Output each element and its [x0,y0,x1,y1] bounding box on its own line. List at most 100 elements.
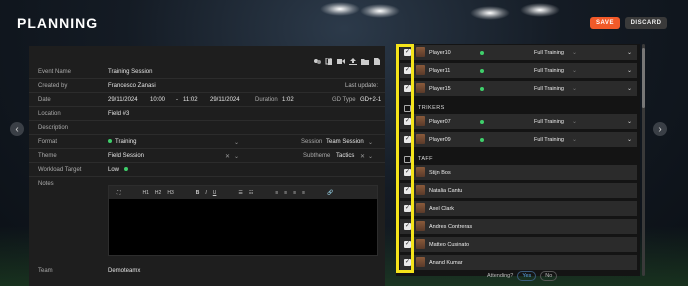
scrollbar-thumb[interactable] [642,48,645,108]
expand-chevron-icon[interactable]: ⌄ [627,85,632,92]
player-row: ✓ Player15 Full Training ⌄ ⌄ [400,81,637,96]
last-update-label: Last update: [345,83,379,89]
team-label: Team [38,268,53,274]
stadium-light [320,2,360,16]
avatar [416,257,425,267]
chevron-down-icon[interactable]: ⌄ [368,153,373,160]
document-icon[interactable] [373,52,381,65]
start-date-field[interactable]: 29/11/2024 [108,97,138,103]
status-dot-icon [480,86,484,91]
avatar [416,47,425,57]
time-separator: - [176,97,178,103]
attendance-panel: ✓ Player10 Full Training ⌄ ⌄ ✓ Player11 … [396,44,640,276]
attendance-select[interactable]: Full Training [534,68,564,74]
staff-row: ✓ Stijn Bos [400,165,637,180]
save-button[interactable]: SAVE [590,17,620,29]
event-name-row: Event Name Training Session [29,65,385,79]
chevron-down-icon[interactable]: ⌄ [368,139,373,146]
next-arrow-icon[interactable]: › [653,122,667,136]
align-right-icon[interactable]: ≡ [293,190,296,196]
gd-type-value[interactable]: GD+2-1 [360,97,381,103]
section-header-strikers: TRIKERS [400,102,637,114]
chevron-down-icon[interactable]: ⌄ [234,153,239,160]
attendance-select[interactable]: Full Training [534,137,564,143]
player-name: Player07 [429,119,451,125]
folder-icon[interactable] [361,52,369,65]
session-select[interactable]: Team Session [326,139,364,145]
section-title: TAFF [418,156,433,162]
attendance-select[interactable]: Full Training [534,119,564,125]
video-icon[interactable] [337,52,345,64]
stadium-light [470,6,510,20]
event-details-panel: Event Name Training Session Created by F… [29,46,385,286]
location-row: Location Field #3 [29,107,385,121]
chevron-down-icon[interactable]: ⌄ [572,67,577,74]
stadium-light [360,4,400,18]
status-dot-icon [108,139,112,144]
notes-editor[interactable]: ⛶ H1 H2 H3 B I U ☰ ☷ ≡ ≡ ≡ ≡ 🔗 [108,185,378,256]
theme-select[interactable]: Field Session [108,153,144,159]
workload-value[interactable]: Low [108,167,131,173]
format-select[interactable]: Training [108,139,136,145]
attending-label: Attending? [487,273,514,279]
fullscreen-icon[interactable]: ⛶ [117,190,121,196]
location-label: Location [38,111,61,117]
chevron-down-icon[interactable]: ⌄ [572,136,577,143]
chevron-down-icon[interactable]: ⌄ [572,49,577,56]
status-dot-icon [480,50,484,55]
date-row: Date 29/11/2024 10:00 - 11:02 29/11/2024… [29,93,385,107]
heading2-button[interactable]: H2 [155,190,161,196]
chevron-down-icon[interactable]: ⌄ [234,139,239,146]
end-date-field[interactable]: 29/11/2024 [210,97,240,103]
upload-icon[interactable] [349,52,357,65]
bullet-list-icon[interactable]: ☰ [238,190,242,196]
discard-button[interactable]: DISCARD [625,17,667,29]
link-icon[interactable]: 🔗 [327,190,333,196]
end-time-field[interactable]: 11:02 [183,97,198,103]
attending-no-button[interactable]: No [540,271,558,281]
team-row: Team Demoteamx [29,264,385,278]
location-field[interactable]: Field #3 [108,111,129,117]
created-by-value: Francesco Zanasi [108,83,156,89]
player-row: ✓ Player10 Full Training ⌄ ⌄ [400,45,637,60]
align-left-icon[interactable]: ≡ [275,190,278,196]
staff-row: ✓ Andres Contreras [400,219,637,234]
expand-chevron-icon[interactable]: ⌄ [627,49,632,56]
stadium-light [520,3,560,17]
created-by-label: Created by [38,83,68,89]
clear-icon[interactable]: ✕ [360,153,365,160]
expand-chevron-icon[interactable]: ⌄ [627,67,632,74]
expand-chevron-icon[interactable]: ⌄ [627,136,632,143]
player-row: ✓ Player07 Full Training ⌄ ⌄ [400,114,637,129]
start-time-field[interactable]: 10:00 [150,97,165,103]
chevron-down-icon[interactable]: ⌄ [572,85,577,92]
underline-button[interactable]: U [213,190,217,196]
staff-name: Matteo Cusinato [429,242,470,248]
bold-button[interactable]: B [196,190,200,196]
chevron-down-icon[interactable]: ⌄ [572,118,577,125]
session-label: Session [301,139,323,145]
attendance-select[interactable]: Full Training [534,86,564,92]
expand-chevron-icon[interactable]: ⌄ [627,118,632,125]
staff-row: ✓ Natalia Cantu [400,183,637,198]
attending-yes-button[interactable]: Yes [517,271,537,281]
event-name-field[interactable]: Training Session [108,69,152,75]
users-icon[interactable] [313,52,321,64]
event-name-label: Event Name [38,69,72,75]
subtheme-select[interactable]: Tactics [336,153,354,159]
format-row: Format Training ⌄ Session Team Session ⌄ [29,135,385,149]
copy-icon[interactable] [325,52,333,65]
clear-icon[interactable]: ✕ [225,153,230,160]
heading1-button[interactable]: H1 [143,190,149,196]
date-label: Date [38,97,51,103]
staff-name: Stijn Bos [429,170,451,176]
prev-arrow-icon[interactable]: ‹ [10,122,24,136]
align-center-icon[interactable]: ≡ [284,190,287,196]
gd-type-label: GD Type [332,97,356,103]
player-name: Player09 [429,137,451,143]
heading3-button[interactable]: H3 [167,190,173,196]
numbered-list-icon[interactable]: ☷ [249,190,253,196]
align-justify-icon[interactable]: ≡ [302,190,305,196]
attendance-select[interactable]: Full Training [534,50,564,56]
italic-button[interactable]: I [205,190,206,196]
